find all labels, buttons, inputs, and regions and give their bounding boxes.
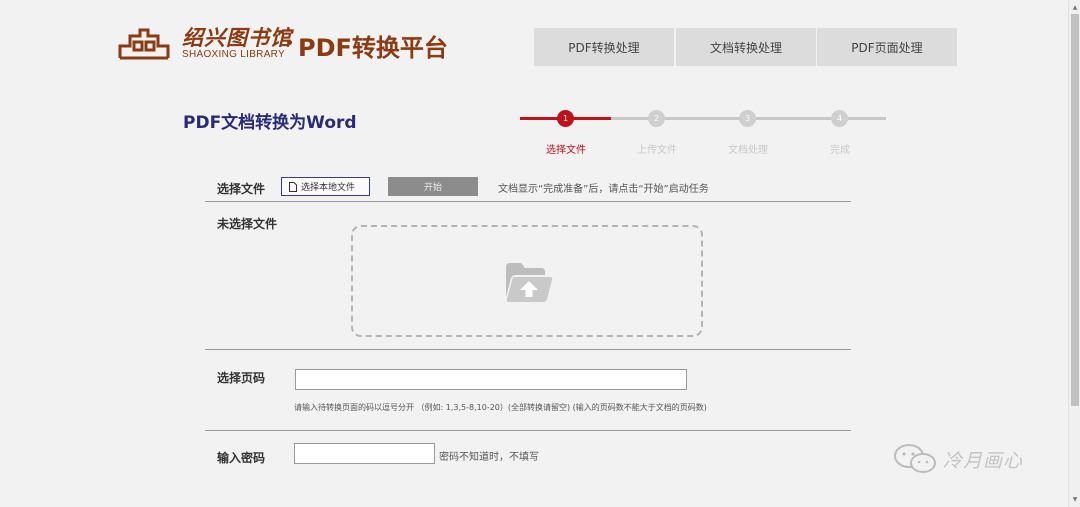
file-status-text: 未选择文件 — [217, 217, 278, 231]
step-1-label: 选择文件 — [546, 145, 586, 156]
watermark: 冷月画心 — [893, 444, 1023, 474]
folder-upload-icon — [506, 263, 553, 302]
step-2-marker: 2 — [648, 110, 665, 127]
password-input[interactable] — [294, 443, 435, 464]
page-title: PDF文档转换为Word — [183, 113, 357, 133]
file-icon — [289, 181, 297, 192]
choose-local-file-label: 选择本地文件 — [301, 183, 356, 193]
scroll-up-arrow-icon[interactable]: ▲ — [1071, 2, 1079, 12]
nav-tab-pdf-pages[interactable]: PDF页面处理 — [817, 28, 957, 66]
step-4-label: 完成 — [830, 145, 850, 156]
start-button[interactable]: 开始 — [388, 177, 478, 196]
step-2-label: 上传文件 — [637, 145, 677, 156]
nav-tab-doc-convert[interactable]: 文档转换处理 — [676, 28, 816, 66]
divider — [205, 201, 851, 202]
scroll-down-arrow-icon[interactable]: ▼ — [1071, 494, 1079, 504]
watermark-text: 冷月画心 — [943, 449, 1024, 472]
divider — [205, 430, 851, 431]
wechat-icon — [894, 444, 936, 473]
vertical-scrollbar[interactable]: ▲ ▼ — [1068, 0, 1080, 507]
file-drop-zone[interactable] — [351, 225, 703, 337]
logo-chinese-name: 绍兴图书馆 — [182, 25, 292, 50]
start-hint-text: 文档显示“完成准备”后，请点击“开始”启动任务 — [498, 184, 709, 195]
step-1-marker: 1 — [557, 110, 574, 127]
header: 绍兴图书馆 SHAOXING LIBRARY PDF转换平台 PDF转换处理 文… — [0, 0, 1068, 86]
select-file-label: 选择文件 — [217, 182, 266, 196]
divider — [205, 349, 851, 350]
password-hint-text: 密码不知道时，不填写 — [439, 452, 539, 463]
select-pages-label: 选择页码 — [217, 371, 266, 385]
step-3-label: 文档处理 — [728, 145, 768, 156]
password-label: 输入密码 — [217, 451, 266, 465]
page-numbers-input[interactable] — [295, 369, 687, 390]
library-logo-icon — [118, 28, 170, 60]
nav-tab-pdf-convert[interactable]: PDF转换处理 — [534, 28, 674, 66]
page-numbers-help-text: 请输入待转换页面的码以逗号分开 （例如: 1,3,5-8,10-20）(全部转换… — [294, 403, 707, 412]
choose-local-file-button[interactable]: 选择本地文件 — [281, 177, 370, 196]
app-title: PDF转换平台 — [298, 34, 448, 62]
logo-english-name: SHAOXING LIBRARY — [182, 49, 285, 60]
step-3-marker: 3 — [739, 110, 756, 127]
step-4-marker: 4 — [831, 110, 848, 127]
scrollbar-thumb[interactable] — [1071, 14, 1079, 406]
title-separator-dot — [287, 40, 292, 45]
